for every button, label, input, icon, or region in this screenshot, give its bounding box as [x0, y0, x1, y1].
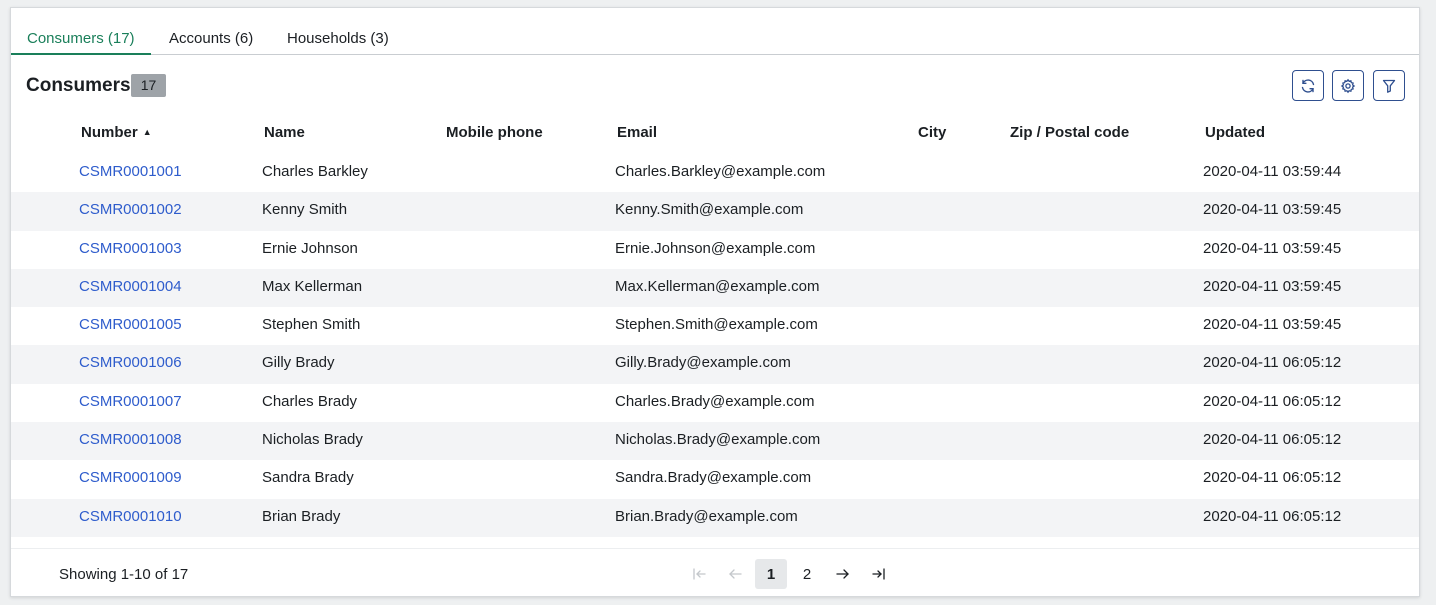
consumer-email: Max.Kellerman@example.com [615, 277, 820, 295]
table-row: CSMR0001010 Brian Brady Brian.Brady@exam… [11, 498, 1419, 537]
consumer-email: Brian.Brady@example.com [615, 507, 798, 525]
table-row: CSMR0001003 Ernie Johnson Ernie.Johnson@… [11, 231, 1419, 269]
consumer-email: Charles.Barkley@example.com [615, 163, 826, 180]
consumer-email: Kenny.Smith@example.com [615, 201, 804, 219]
arrow-right-icon [836, 569, 849, 579]
consumer-number-link[interactable]: CSMR0001002 [79, 201, 182, 218]
consumer-number-link[interactable]: CSMR0001004 [79, 278, 182, 295]
first-page-icon [693, 568, 706, 580]
consumer-name: Brian Brady [262, 507, 341, 525]
consumer-name: Charles Brady [262, 392, 358, 410]
table-row: CSMR0001005 Stephen Smith Stephen.Smith@… [11, 307, 1419, 345]
consumer-updated: 2020-04-11 03:59:45 [1203, 277, 1342, 295]
consumer-email: Charles.Brady@example.com [615, 392, 815, 410]
tab-households[interactable]: Households (3) [271, 28, 405, 55]
column-header-zip[interactable]: Zip / Postal code [1010, 124, 1129, 141]
table-row: CSMR0001001 Charles Barkley Charles.Bark… [11, 154, 1419, 192]
sort-ascending-icon: ▲ [142, 127, 152, 137]
column-header-updated[interactable]: Updated [1205, 124, 1265, 141]
table-row: CSMR0001007 Charles Brady Charles.Brady@… [11, 384, 1419, 422]
tab-consumers[interactable]: Consumers (17) [11, 28, 151, 55]
last-page-icon [872, 568, 885, 580]
consumer-name: Nicholas Brady [262, 431, 363, 449]
consumer-number-link[interactable]: CSMR0001006 [79, 354, 182, 371]
gear-icon [1340, 78, 1356, 93]
consumer-number-link[interactable]: CSMR0001005 [79, 316, 182, 333]
table-footer: Showing 1-10 of 17 1 2 [11, 548, 1419, 596]
consumer-updated: 2020-04-11 03:59:44 [1203, 163, 1342, 180]
record-count-badge: 17 [131, 74, 166, 97]
consumer-name: Gilly Brady [262, 354, 335, 372]
consumer-name: Sandra Brady [262, 469, 354, 487]
table-row: CSMR0001008 Nicholas Brady Nicholas.Brad… [11, 422, 1419, 461]
consumer-name: Ernie Johnson [262, 239, 358, 257]
consumer-name: Charles Barkley [262, 163, 368, 180]
column-header-number[interactable]: Number ▲ [81, 124, 152, 141]
tab-accounts[interactable]: Accounts (6) [153, 28, 269, 55]
list-title: Consumers [26, 75, 131, 96]
refresh-icon [1301, 78, 1315, 93]
filter-button[interactable] [1373, 70, 1405, 101]
consumer-updated: 2020-04-11 06:05:12 [1203, 354, 1342, 372]
column-header-email[interactable]: Email [617, 124, 657, 141]
column-header-name[interactable]: Name [264, 124, 305, 141]
consumer-number-link[interactable]: CSMR0001003 [79, 240, 182, 257]
consumer-email: Gilly.Brady@example.com [615, 354, 791, 372]
consumer-email: Stephen.Smith@example.com [615, 316, 818, 334]
consumer-name: Kenny Smith [262, 201, 348, 219]
consumer-email: Sandra.Brady@example.com [615, 469, 812, 487]
last-page-button[interactable] [863, 559, 895, 589]
consumer-number-link[interactable]: CSMR0001010 [79, 508, 182, 525]
filter-icon [1382, 79, 1396, 93]
consumer-updated: 2020-04-11 03:59:45 [1203, 239, 1342, 257]
consumer-updated: 2020-04-11 06:05:12 [1203, 431, 1342, 449]
arrow-left-icon [729, 569, 742, 579]
page-2-button[interactable]: 2 [791, 559, 823, 589]
consumers-list-card: Consumers (17) Accounts (6) Households (… [10, 7, 1420, 597]
consumer-name: Max Kellerman [262, 277, 363, 295]
table-row: CSMR0001002 Kenny Smith Kenny.Smith@exam… [11, 192, 1419, 231]
consumer-number-link[interactable]: CSMR0001008 [79, 431, 182, 448]
table-body: CSMR0001001 Charles Barkley Charles.Bark… [11, 154, 1419, 537]
refresh-button[interactable] [1292, 70, 1324, 101]
consumer-number-link[interactable]: CSMR0001009 [79, 469, 182, 486]
table-row: CSMR0001009 Sandra Brady Sandra.Brady@ex… [11, 460, 1419, 498]
consumer-number-link[interactable]: CSMR0001007 [79, 393, 182, 410]
table-row: CSMR0001004 Max Kellerman Max.Kellerman@… [11, 268, 1419, 308]
column-header-mobile-phone[interactable]: Mobile phone [446, 124, 543, 141]
consumer-email: Ernie.Johnson@example.com [615, 239, 816, 257]
showing-range-text: Showing 1-10 of 17 [59, 566, 189, 583]
consumer-email: Nicholas.Brady@example.com [615, 431, 821, 449]
consumer-updated: 2020-04-11 06:05:12 [1203, 469, 1342, 487]
page-1-button[interactable]: 1 [755, 559, 787, 589]
consumer-number-link[interactable]: CSMR0001001 [79, 163, 182, 180]
consumer-updated: 2020-04-11 03:59:45 [1203, 316, 1342, 334]
settings-button[interactable] [1332, 70, 1364, 101]
first-page-button[interactable] [683, 559, 715, 589]
previous-page-button[interactable] [719, 559, 751, 589]
consumer-updated: 2020-04-11 03:59:45 [1203, 201, 1342, 219]
column-header-city[interactable]: City [918, 124, 946, 141]
consumer-updated: 2020-04-11 06:05:12 [1203, 507, 1342, 525]
tab-bar: Consumers (17) Accounts (6) Households (… [11, 8, 1419, 55]
table-header: Number ▲ Name Mobile phone Email City Zip… [11, 116, 1419, 152]
pagination: 1 2 [683, 559, 899, 589]
table-row: CSMR0001006 Gilly Brady Gilly.Brady@exam… [11, 345, 1419, 384]
consumer-updated: 2020-04-11 06:05:12 [1203, 392, 1342, 410]
consumer-name: Stephen Smith [262, 316, 361, 334]
next-page-button[interactable] [827, 559, 859, 589]
